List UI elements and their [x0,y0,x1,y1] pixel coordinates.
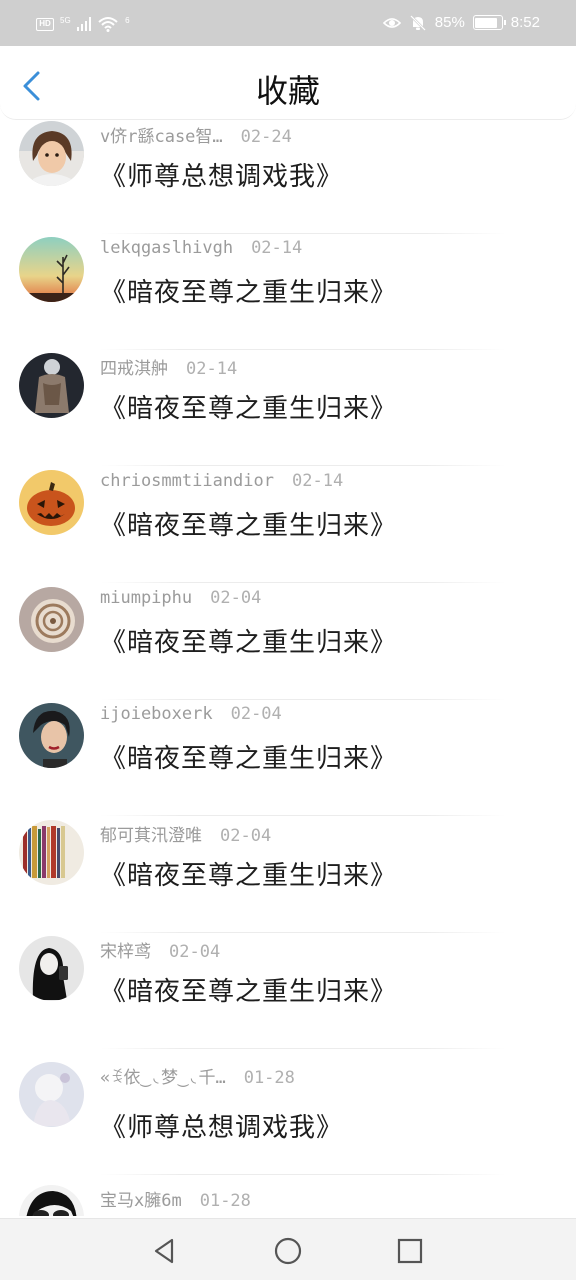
divider [100,1048,506,1049]
avatar[interactable] [19,121,84,186]
item-date: 01-28 [243,1068,295,1088]
status-left: HD 5G 6 [36,16,130,32]
clock: 8:52 [510,14,540,31]
avatar[interactable] [19,820,84,885]
list-item[interactable]: chriosmmtiiandior 02-14 《暗夜至尊之重生归来》 [0,467,576,583]
system-nav-bar [0,1218,576,1280]
avatar[interactable] [19,703,84,768]
item-meta: 宋梓鸢 02-04 [100,937,220,962]
username: chriosmmtiiandior [100,471,274,491]
item-meta: 宝马x臃6m 01-28 [100,1186,251,1211]
item-meta: miumpiphu 02-04 [100,588,261,608]
list-item[interactable]: 郁可萁汛澄唯 02-04 《暗夜至尊之重生归来》 [0,817,576,933]
item-date: 02-04 [210,588,262,608]
book-title[interactable]: 《暗夜至尊之重生归来》 [100,855,397,892]
username: 四戒淇舯 [100,359,168,379]
book-title[interactable]: 《暗夜至尊之重生归来》 [100,738,397,775]
item-date: 02-04 [230,704,282,724]
list-item[interactable]: ijoieboxerk 02-04 《暗夜至尊之重生归来》 [0,700,576,816]
wifi-icon [98,17,118,32]
back-triangle-icon[interactable] [150,1236,180,1266]
username: 郁可萁汛澄唯 [100,826,202,846]
username: v侪r繇case智… [100,127,223,147]
signal-tag: 5G [60,15,71,25]
book-title[interactable]: 《暗夜至尊之重生归来》 [100,505,397,542]
item-meta: «ꉂ依‿◟梦‿◟千… 01-28 [100,1063,295,1088]
divider [100,815,506,816]
list-item[interactable]: 宋梓鸢 02-04 《暗夜至尊之重生归来》 [0,933,576,1049]
item-meta: chriosmmtiiandior 02-14 [100,471,343,491]
avatar[interactable] [19,353,84,418]
eye-icon [382,17,401,28]
list-item[interactable]: v侪r繇case智… 02-24 《师尊总想调戏我》 [0,118,576,234]
list-item[interactable]: «ꉂ依‿◟梦‿◟千… 01-28 《师尊总想调戏我》 [0,1059,576,1175]
header: 收藏 [0,46,576,120]
username: 宋梓鸢 [100,942,151,962]
item-date: 02-04 [220,826,272,846]
item-meta: 郁可萁汛澄唯 02-04 [100,821,271,846]
home-circle-icon[interactable] [273,1236,303,1266]
wifi-tag: 6 [125,15,130,25]
avatar[interactable] [19,1185,84,1216]
book-title[interactable]: 《师尊总想调戏我》 [100,1107,343,1144]
username: miumpiphu [100,588,193,608]
divider [100,582,506,583]
username: lekqgaslhivgh [100,238,234,258]
list-item[interactable]: 宝马x臃6m 01-28 [0,1182,576,1216]
avatar[interactable] [19,237,84,302]
list-item[interactable]: lekqgaslhivgh 02-14 《暗夜至尊之重生归来》 [0,234,576,350]
item-meta: 四戒淇舯 02-14 [100,354,237,379]
avatar[interactable] [19,470,84,535]
book-title[interactable]: 《暗夜至尊之重生归来》 [100,971,397,1008]
divider [100,465,506,466]
book-title[interactable]: 《暗夜至尊之重生归来》 [100,622,397,659]
signal-icon [76,17,92,31]
status-right: 85% 8:52 [382,14,540,31]
book-title[interactable]: 《暗夜至尊之重生归来》 [100,272,397,309]
item-date: 02-14 [251,238,303,258]
recents-square-icon[interactable] [395,1236,425,1266]
mute-bell-icon [409,14,426,31]
list-item[interactable]: miumpiphu 02-04 《暗夜至尊之重生归来》 [0,584,576,700]
item-meta: ijoieboxerk 02-04 [100,704,282,724]
username: ijoieboxerk [100,704,213,724]
hd-badge: HD [36,17,54,31]
avatar[interactable] [19,587,84,652]
item-meta: lekqgaslhivgh 02-14 [100,238,302,258]
item-date: 02-14 [186,359,238,379]
battery-fill [475,17,497,28]
avatar[interactable] [19,1062,84,1127]
avatar[interactable] [19,936,84,1001]
username: «ꉂ依‿◟梦‿◟千… [100,1068,226,1088]
username: 宝马x臃6m [100,1191,182,1211]
list-item[interactable]: 四戒淇舯 02-14 《暗夜至尊之重生归来》 [0,350,576,466]
status-bar: HD 5G 6 85% 8:52 [0,0,576,46]
item-date: 02-04 [169,942,221,962]
item-meta: v侪r繇case智… 02-24 [100,122,292,147]
book-title[interactable]: 《暗夜至尊之重生归来》 [100,388,397,425]
book-title[interactable]: 《师尊总想调戏我》 [100,156,343,193]
page-title: 收藏 [255,72,320,110]
favorites-list[interactable]: v侪r繇case智… 02-24 《师尊总想调戏我》 lekqgaslhivgh 02-… [0,118,576,1216]
item-date: 01-28 [199,1191,251,1211]
battery-text: 85% [434,14,465,31]
battery-icon [472,15,506,30]
item-date: 02-14 [292,471,344,491]
divider [100,1174,506,1175]
item-date: 02-24 [240,127,292,147]
